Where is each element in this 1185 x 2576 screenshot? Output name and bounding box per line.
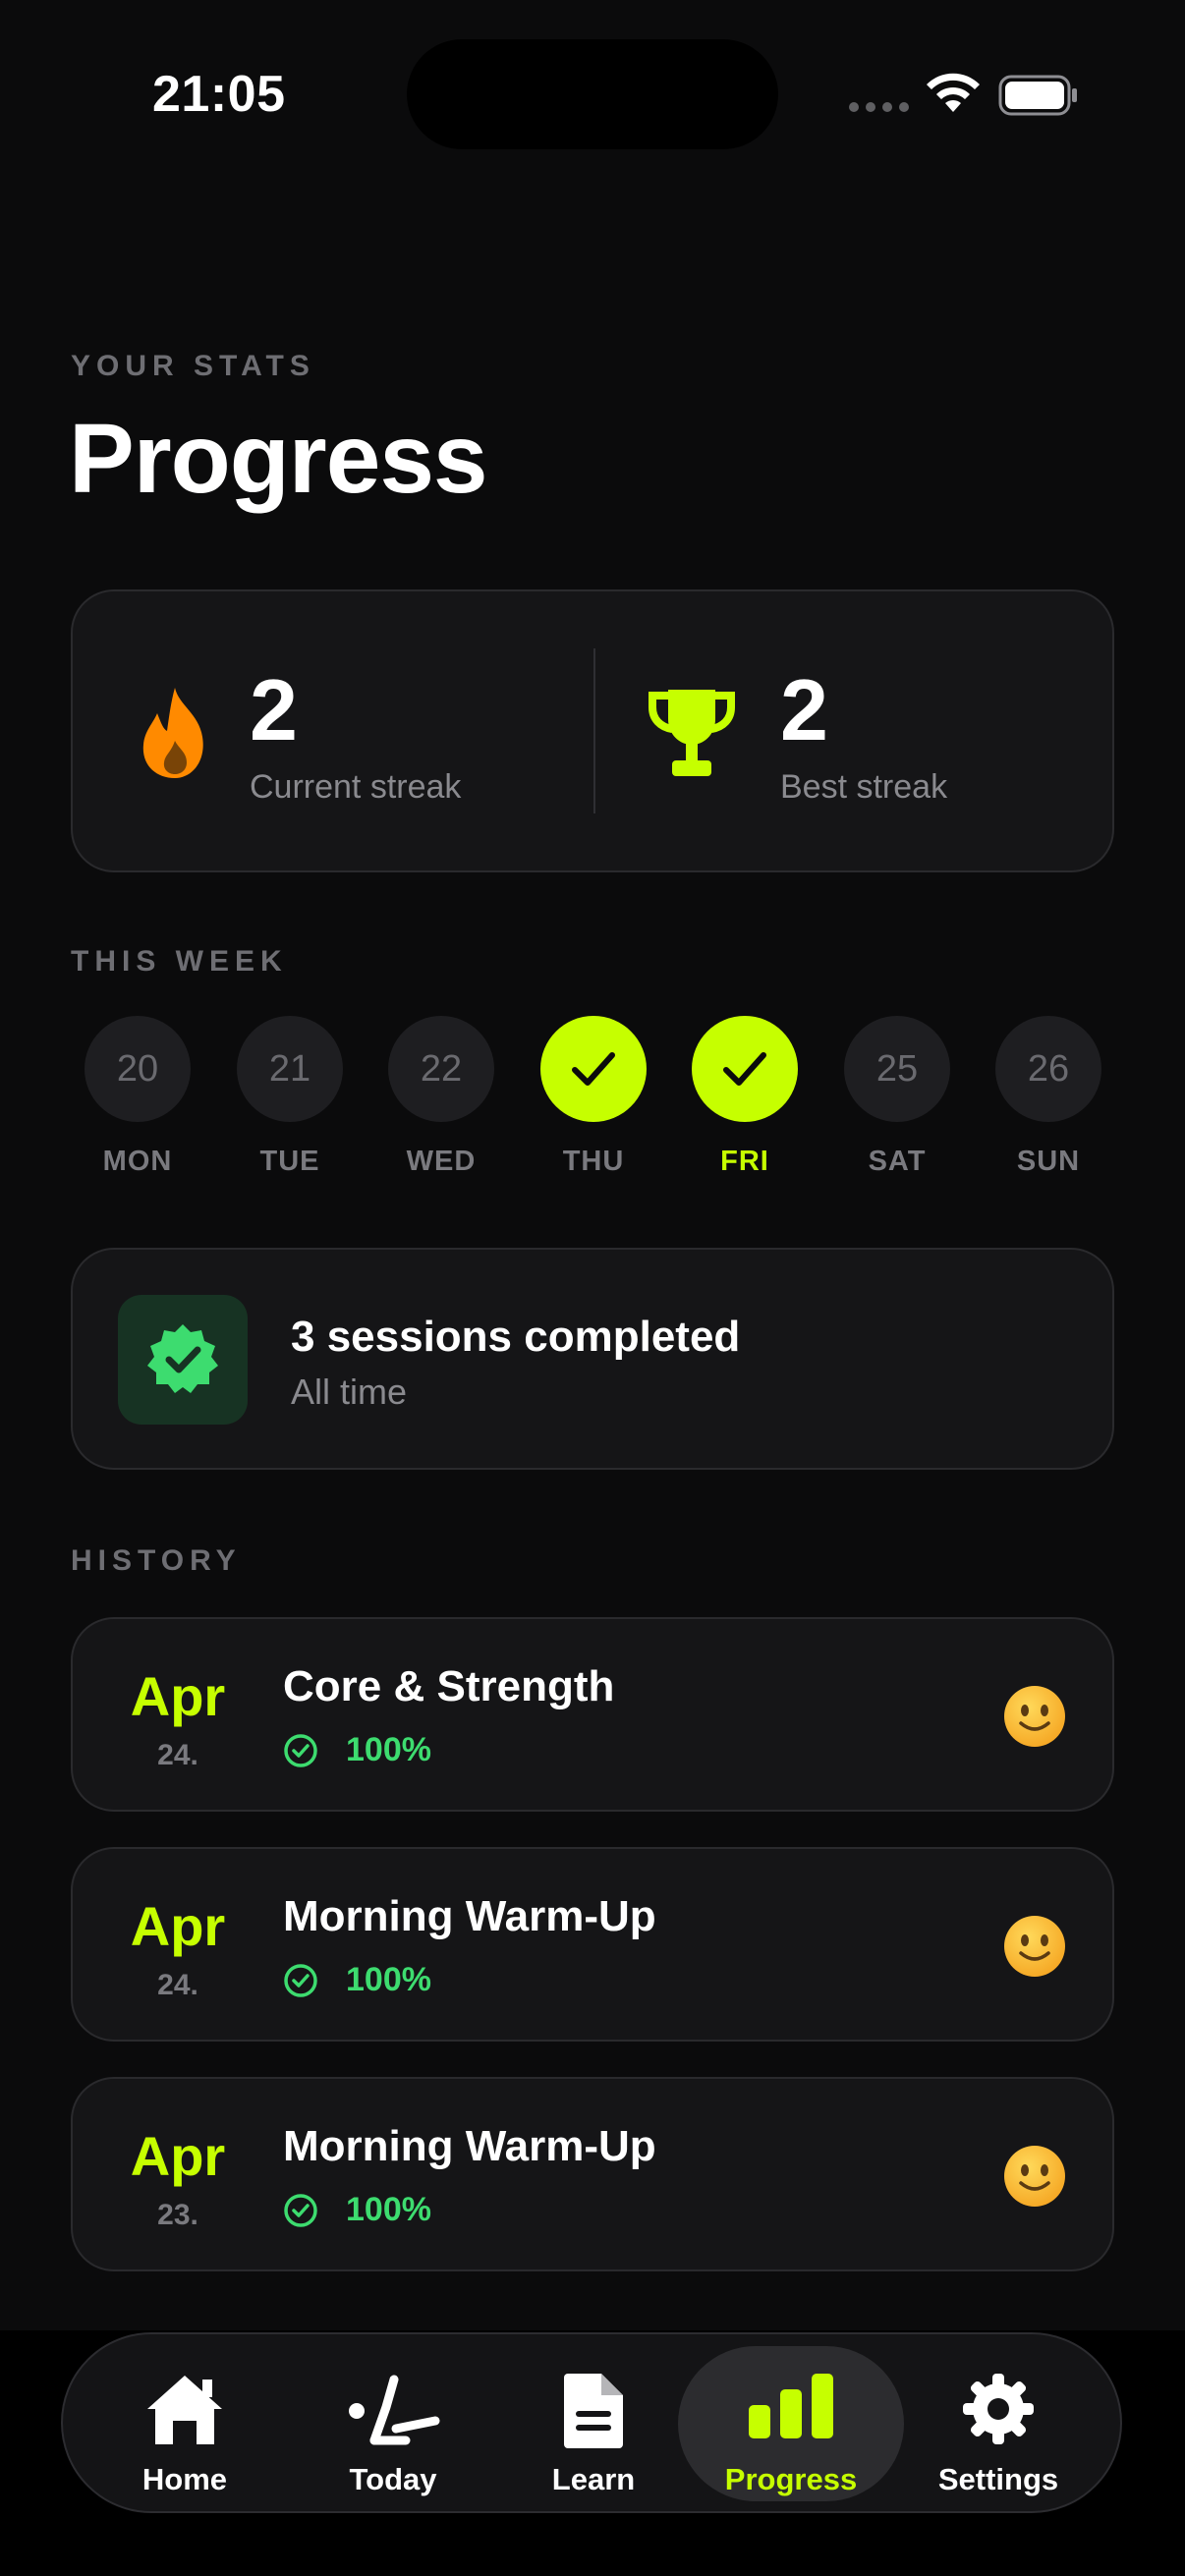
history-item[interactable]: Apr 24. Core & Strength 100%: [71, 1617, 1114, 1812]
day-date: 26: [995, 1016, 1101, 1122]
tab-today[interactable]: Today: [310, 2346, 476, 2501]
history-day: 24.: [157, 1969, 198, 2001]
page-title: Progress: [69, 404, 488, 514]
smiling-face-icon: [1004, 2146, 1065, 2207]
smiling-face-icon: [1004, 1916, 1065, 1977]
tab-today-label: Today: [349, 2462, 437, 2496]
day-label: THU: [562, 1146, 625, 1177]
sessions-subtitle: All time: [291, 1372, 408, 1412]
stretching-figure-icon: [349, 2375, 440, 2445]
day-label: SAT: [868, 1146, 927, 1177]
history-percent: 100%: [346, 1961, 431, 1998]
tab-learn[interactable]: Learn: [511, 2346, 676, 2501]
streak-divider: [593, 648, 595, 813]
bar-chart-icon: [749, 2374, 833, 2438]
tab-learn-label: Learn: [551, 2462, 636, 2496]
best-streak-value: 2: [780, 661, 828, 758]
day-label: WED: [406, 1146, 477, 1177]
tab-home[interactable]: Home: [102, 2346, 267, 2501]
this-week-label: THIS WEEK: [71, 945, 288, 978]
history-label: HISTORY: [71, 1544, 242, 1577]
sessions-title: 3 sessions completed: [291, 1313, 741, 1361]
history-day: 24.: [157, 1739, 198, 1771]
history-title: Morning Warm-Up: [283, 2122, 656, 2170]
gear-icon: [963, 2374, 1034, 2444]
battery-icon: [998, 75, 1077, 116]
day-date: 22: [388, 1016, 494, 1122]
day-label: TUE: [259, 1146, 320, 1177]
tab-progress-label: Progress: [724, 2462, 858, 2496]
cellular-signal-icon: [849, 102, 909, 112]
history-title: Morning Warm-Up: [283, 1892, 656, 1940]
flame-icon: [142, 688, 203, 778]
day-mon[interactable]: 20 MON: [85, 1016, 191, 1178]
check-circle-icon: [284, 1734, 317, 1767]
wifi-icon: [927, 73, 980, 112]
status-time: 21:05: [152, 66, 286, 123]
house-icon: [147, 2376, 222, 2444]
day-sun[interactable]: 26 SUN: [995, 1016, 1101, 1178]
history-percent: 100%: [346, 2191, 431, 2228]
check-circle-icon: [284, 2194, 317, 2227]
best-streak-label: Best streak: [780, 768, 948, 806]
history-item[interactable]: Apr 24. Morning Warm-Up 100%: [71, 1847, 1114, 2042]
day-sat[interactable]: 25 SAT: [844, 1016, 950, 1178]
day-fri[interactable]: FRI: [692, 1016, 798, 1178]
day-wed[interactable]: 22 WED: [388, 1016, 494, 1178]
checkmark-icon: [692, 1016, 798, 1122]
history-month: Apr: [130, 2125, 226, 2187]
day-date: 25: [844, 1016, 950, 1122]
day-date: 21: [237, 1016, 343, 1122]
current-streak-value: 2: [250, 661, 298, 758]
history-month: Apr: [130, 1895, 226, 1957]
check-circle-icon: [284, 1964, 317, 1997]
history-month: Apr: [130, 1665, 226, 1727]
tab-bar: Home Today Learn Progress Settings: [61, 2332, 1122, 2513]
verified-badge-icon: [147, 1324, 218, 1393]
checkmark-icon: [540, 1016, 647, 1122]
day-label: MON: [102, 1146, 173, 1177]
tab-settings-label: Settings: [937, 2462, 1059, 2496]
history-day: 23.: [157, 2199, 198, 2231]
streak-card: 2 Current streak 2 Best streak: [71, 589, 1114, 872]
history-percent: 100%: [346, 1731, 431, 1768]
day-date: 20: [85, 1016, 191, 1122]
smiling-face-icon: [1004, 1686, 1065, 1747]
section-eyebrow: YOUR STATS: [71, 350, 315, 382]
history-item[interactable]: Apr 23. Morning Warm-Up 100%: [71, 2077, 1114, 2271]
sessions-card: 3 sessions completed All time: [71, 1248, 1114, 1470]
sessions-icon-box: [118, 1295, 248, 1425]
day-thu[interactable]: THU: [540, 1016, 647, 1178]
day-label: SUN: [1016, 1146, 1081, 1177]
dynamic-island: [407, 39, 778, 149]
day-tue[interactable]: 21 TUE: [237, 1016, 343, 1178]
tab-settings[interactable]: Settings: [916, 2346, 1081, 2501]
tab-home-label: Home: [141, 2462, 228, 2496]
history-title: Core & Strength: [283, 1662, 615, 1710]
document-icon: [564, 2374, 623, 2448]
trophy-icon: [649, 690, 735, 776]
current-streak-label: Current streak: [250, 768, 462, 806]
day-label: FRI: [720, 1146, 769, 1177]
tab-progress[interactable]: Progress: [678, 2346, 904, 2501]
